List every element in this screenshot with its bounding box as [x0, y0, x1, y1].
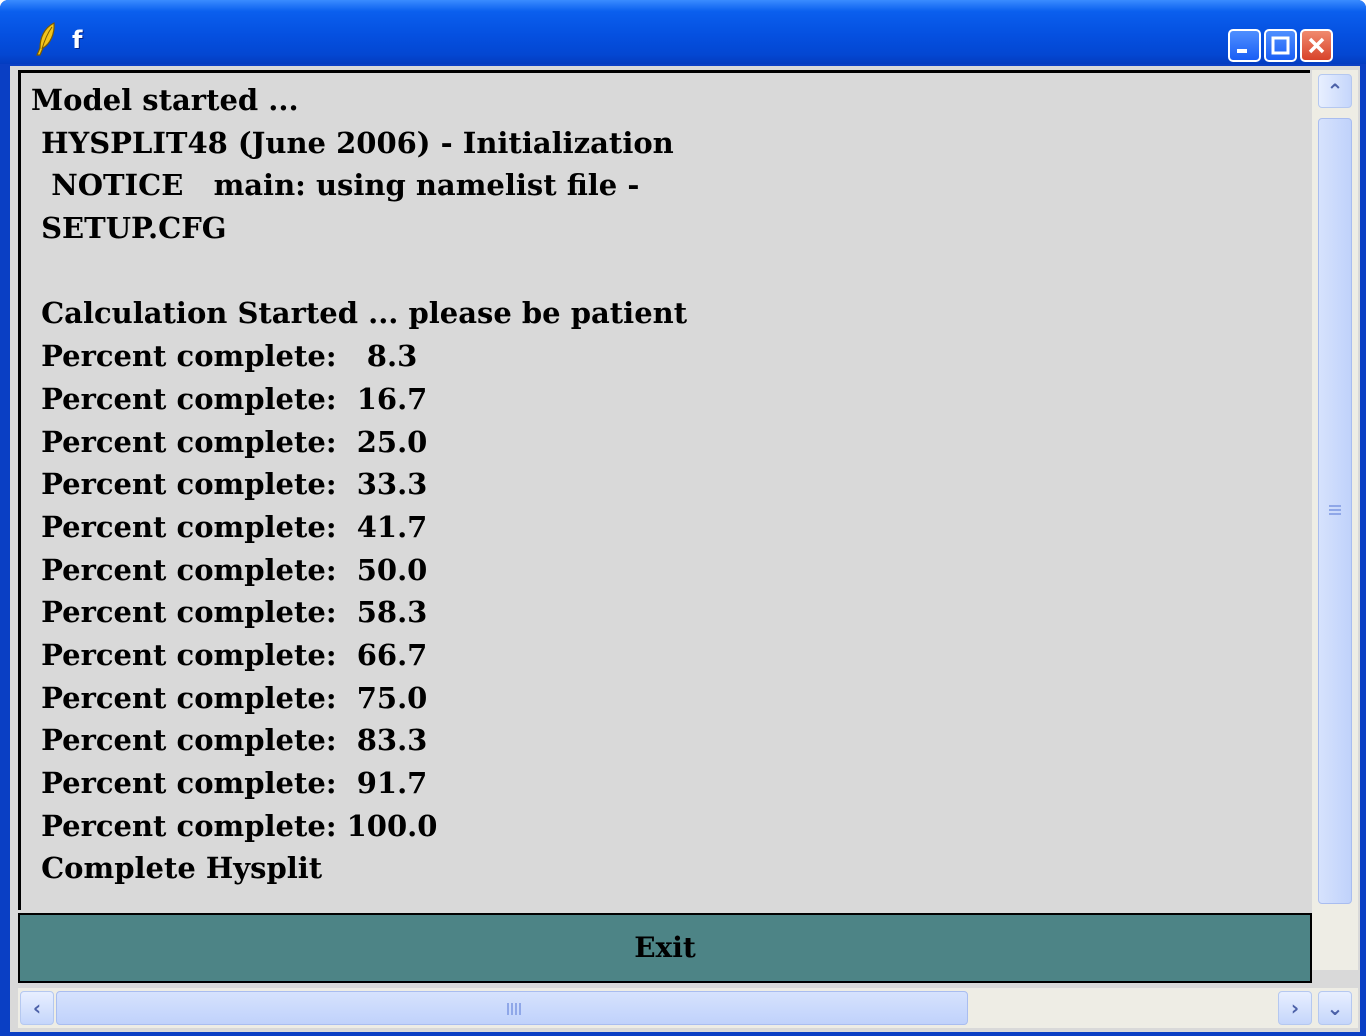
feather-icon — [36, 22, 55, 56]
scroll-right-button[interactable]: › — [1278, 991, 1312, 1025]
log-line: Percent complete: 75.0 — [31, 680, 428, 715]
window-title: f — [72, 26, 83, 54]
log-line: Percent complete: 91.7 — [31, 766, 428, 800]
scroll-up-button[interactable]: ⌃ — [1318, 74, 1352, 108]
grip-icon — [507, 1003, 521, 1015]
exit-button[interactable]: Exit — [18, 913, 1312, 983]
chevron-down-icon: ⌄ — [1326, 996, 1344, 1020]
horizontal-scroll-thumb[interactable] — [56, 991, 968, 1025]
app-window: f Model started ... HYSPLIT48 (June 2006… — [0, 0, 1366, 1036]
window-client-area: Model started ... HYSPLIT48 (June 2006) … — [10, 66, 1360, 1032]
log-line: NOTICE main: using namelist file - — [31, 168, 640, 203]
log-line: SETUP.CFG — [31, 211, 227, 246]
chevron-up-icon: ⌃ — [1326, 79, 1344, 103]
log-line: Percent complete: 8.3 — [31, 339, 418, 374]
log-line: Percent complete: 100.0 — [31, 808, 438, 843]
log-line: Percent complete: 83.3 — [31, 723, 428, 758]
grip-icon — [1329, 505, 1341, 517]
close-icon — [1308, 37, 1325, 54]
log-line — [31, 254, 687, 297]
log-line: Model started ... — [31, 83, 299, 117]
minimize-icon — [1237, 49, 1247, 53]
log-line: Percent complete: 25.0 — [31, 424, 428, 459]
log-line: Calculation Started ... please be patien… — [31, 296, 688, 331]
log-line: Complete Hysplit — [31, 851, 323, 886]
log-line: Percent complete: 16.7 — [31, 381, 428, 416]
chevron-right-icon: › — [1290, 996, 1300, 1020]
log-line: Percent complete: 50.0 — [31, 552, 428, 587]
vertical-scrollbar[interactable]: ⌃ — [1312, 70, 1358, 970]
log-lines: Model started ... HYSPLIT48 (June 2006) … — [31, 83, 687, 894]
chevron-left-icon: ‹ — [32, 996, 42, 1020]
minimize-button[interactable] — [1228, 29, 1261, 62]
log-line: HYSPLIT48 (June 2006) - Initialization — [31, 125, 674, 160]
scroll-down-button[interactable]: ⌄ — [1318, 991, 1352, 1025]
log-line: Percent complete: 41.7 — [31, 509, 428, 544]
maximize-icon — [1271, 36, 1290, 55]
close-button[interactable] — [1300, 29, 1333, 62]
vertical-scroll-thumb[interactable] — [1318, 118, 1352, 904]
scroll-left-button[interactable]: ‹ — [20, 991, 54, 1025]
horizontal-scrollbar[interactable]: ‹ › ⌄ — [18, 988, 1358, 1028]
log-line: Percent complete: 33.3 — [31, 467, 428, 502]
maximize-button[interactable] — [1264, 29, 1297, 62]
title-bar[interactable]: f — [0, 0, 1366, 64]
log-line: Percent complete: 66.7 — [31, 637, 428, 672]
log-line: Percent complete: 58.3 — [31, 595, 428, 630]
log-output-text[interactable]: Model started ... HYSPLIT48 (June 2006) … — [18, 70, 1310, 910]
